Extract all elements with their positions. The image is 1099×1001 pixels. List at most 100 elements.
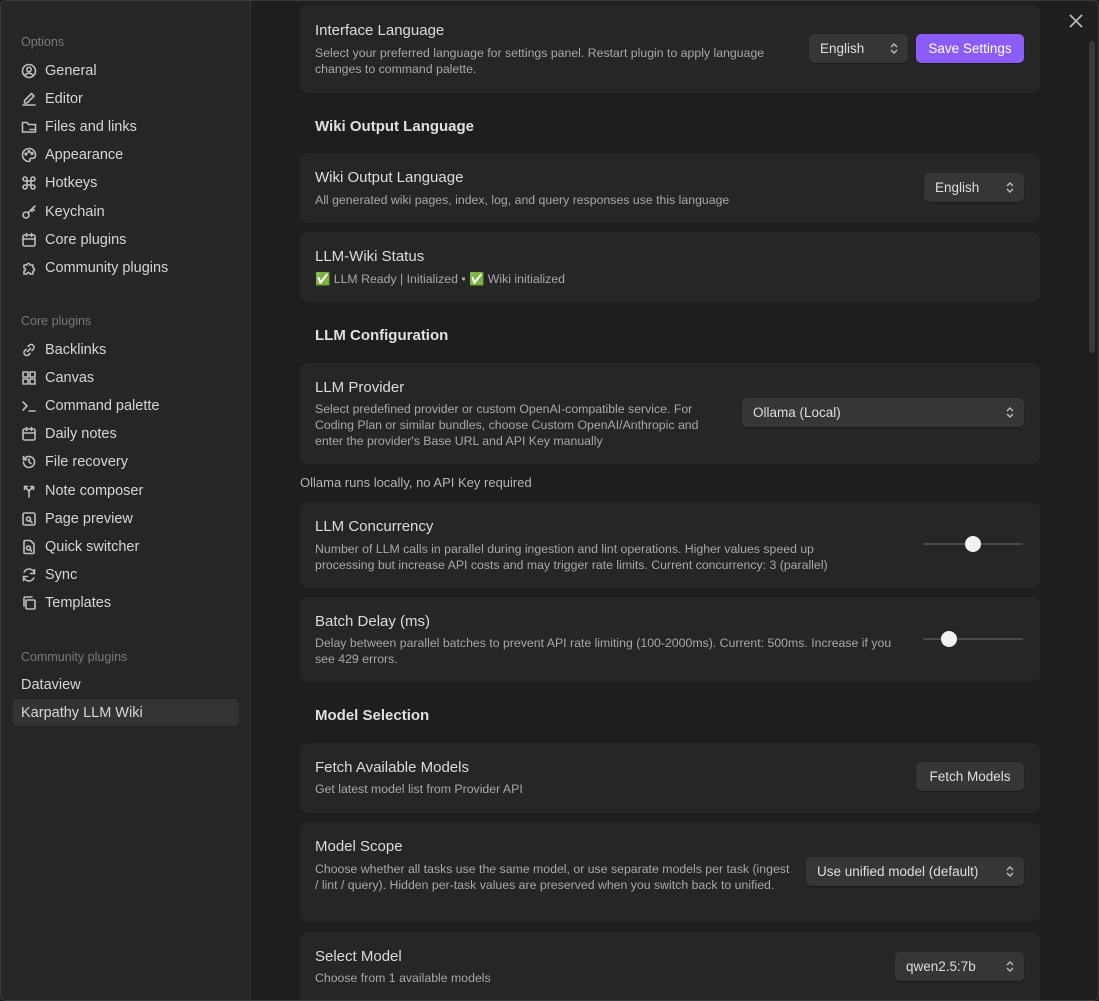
- calendar-box-icon: [21, 232, 37, 248]
- status-text: ✅ LLM Ready | Initialized • ✅ Wiki initi…: [315, 272, 565, 286]
- section-heading-model-selection: Model Selection: [315, 707, 430, 724]
- grid-icon: [21, 370, 37, 386]
- sidebar-item-canvas[interactable]: Canvas: [13, 364, 239, 391]
- sidebar-item-backlinks[interactable]: Backlinks: [13, 336, 239, 363]
- select-value: English: [935, 180, 980, 195]
- settings-window: Options General Editor Files and links A…: [0, 0, 1099, 1001]
- sidebar-item-label: Hotkeys: [45, 174, 98, 191]
- fetch-models-button[interactable]: Fetch Models: [916, 762, 1024, 791]
- sidebar-item-file-recovery[interactable]: File recovery: [13, 448, 239, 475]
- folder-icon: [21, 119, 37, 135]
- sidebar-item-appearance[interactable]: Appearance: [13, 141, 239, 168]
- setting-interface-language: Interface Language Select your preferred…: [300, 5, 1040, 93]
- puzzle-icon: [21, 260, 37, 276]
- setting-title: Select Model: [315, 948, 402, 965]
- setting-title: Model Scope: [315, 838, 403, 855]
- sidebar-item-command-palette[interactable]: Command palette: [13, 392, 239, 419]
- file-search-icon: [21, 539, 37, 555]
- sidebar-item-page-preview[interactable]: Page preview: [13, 505, 239, 532]
- setting-description: All generated wiki pages, index, log, an…: [315, 193, 730, 207]
- history-icon: [21, 454, 37, 470]
- sidebar-item-templates[interactable]: Templates: [13, 589, 239, 616]
- select-value: Ollama (Local): [753, 405, 841, 420]
- interface-language-select[interactable]: English: [809, 34, 908, 63]
- link-icon: [21, 342, 37, 358]
- section-heading-llm-configuration: LLM Configuration: [315, 327, 449, 344]
- setting-description: Delay between parallel batches to preven…: [315, 636, 892, 666]
- sidebar-item-label: Note composer: [45, 482, 144, 499]
- sidebar-item-label: Editor: [45, 90, 83, 107]
- setting-title: LLM-Wiki Status: [315, 248, 425, 265]
- setting-fetch-models: Fetch Available Models Get latest model …: [300, 743, 1040, 813]
- settings-content: Interface Language Select your preferred…: [252, 1, 1098, 1000]
- setting-title: Interface Language: [315, 22, 445, 39]
- select-model-select[interactable]: qwen2.5:7b: [895, 952, 1024, 981]
- sidebar-item-label: Community plugins: [45, 259, 169, 276]
- setting-title: LLM Provider: [315, 379, 405, 396]
- sidebar-item-community-plugins[interactable]: Community plugins: [13, 254, 239, 281]
- sidebar-item-label: Core plugins: [45, 231, 127, 248]
- sidebar-item-label: Karpathy LLM Wiki: [21, 704, 143, 721]
- setting-description: Select your preferred language for setti…: [315, 46, 765, 76]
- sidebar-item-label: Quick switcher: [45, 538, 140, 555]
- setting-llm-provider: LLM Provider Select predefined provider …: [300, 363, 1040, 464]
- setting-description: Number of LLM calls in parallel during i…: [315, 542, 828, 572]
- llm-provider-select[interactable]: Ollama (Local): [742, 398, 1024, 427]
- sidebar-item-label: Files and links: [45, 118, 137, 135]
- sidebar-item-karpathy-llm-wiki[interactable]: Karpathy LLM Wiki: [13, 699, 239, 726]
- sidebar-item-sync[interactable]: Sync: [13, 561, 239, 588]
- sidebar-item-files-and-links[interactable]: Files and links: [13, 113, 239, 140]
- setting-title: LLM Concurrency: [315, 518, 434, 535]
- pencil-icon: [21, 91, 37, 107]
- sidebar-item-label: Daily notes: [45, 425, 117, 442]
- wiki-output-language-select[interactable]: English: [924, 173, 1024, 202]
- setting-batch-delay: Batch Delay (ms) Delay between parallel …: [300, 597, 1040, 682]
- sidebar-item-quick-switcher[interactable]: Quick switcher: [13, 533, 239, 560]
- sidebar-item-daily-notes[interactable]: Daily notes: [13, 420, 239, 447]
- sidebar-item-editor[interactable]: Editor: [13, 85, 239, 112]
- setting-model-scope: Model Scope Choose whether all tasks use…: [300, 822, 1040, 922]
- sidebar-item-label: Page preview: [45, 510, 133, 527]
- sidebar-item-label: Canvas: [45, 369, 95, 386]
- palette-icon: [21, 147, 37, 163]
- setting-wiki-output-language: Wiki Output Language All generated wiki …: [300, 153, 1040, 223]
- slider-thumb[interactable]: [941, 631, 957, 647]
- batch-delay-slider[interactable]: [923, 631, 1023, 647]
- sidebar-item-keychain[interactable]: Keychain: [13, 198, 239, 225]
- chevron-up-down-icon: [1005, 406, 1015, 419]
- select-value: qwen2.5:7b: [906, 959, 976, 974]
- sidebar-item-label: Backlinks: [45, 341, 107, 358]
- sidebar-item-note-composer[interactable]: Note composer: [13, 477, 239, 504]
- merge-icon: [21, 483, 37, 499]
- setting-title: Wiki Output Language: [315, 169, 464, 186]
- sidebar-item-label: Keychain: [45, 203, 105, 220]
- setting-select-model: Select Model Choose from 1 available mod…: [300, 932, 1040, 1000]
- concurrency-slider[interactable]: [923, 536, 1023, 552]
- provider-note: Ollama runs locally, no API Key required: [300, 475, 532, 490]
- sidebar-item-hotkeys[interactable]: Hotkeys: [13, 169, 239, 196]
- sidebar-item-dataview[interactable]: Dataview: [13, 671, 239, 698]
- chevron-up-down-icon: [1005, 181, 1015, 194]
- setting-llm-concurrency: LLM Concurrency Number of LLM calls in p…: [300, 502, 1040, 588]
- slider-track: [923, 638, 1023, 640]
- slider-thumb[interactable]: [965, 536, 981, 552]
- sidebar-item-label: Appearance: [45, 146, 124, 163]
- sync-icon: [21, 567, 37, 583]
- terminal-icon: [21, 398, 37, 414]
- close-button[interactable]: [1066, 11, 1086, 31]
- save-settings-button[interactable]: Save Settings: [916, 34, 1024, 63]
- setting-title: Fetch Available Models: [315, 759, 469, 776]
- sidebar-item-label: Sync: [45, 566, 78, 583]
- select-value: Use unified model (default): [817, 864, 979, 879]
- sidebar-group-community-plugins: Community plugins: [21, 650, 128, 664]
- sidebar-item-label: Command palette: [45, 397, 160, 414]
- preview-icon: [21, 511, 37, 527]
- copy-icon: [21, 595, 37, 611]
- sidebar-item-core-plugins[interactable]: Core plugins: [13, 226, 239, 253]
- sidebar-item-general[interactable]: General: [13, 57, 239, 84]
- sidebar-group-core-plugins: Core plugins: [21, 314, 92, 328]
- chevron-up-down-icon: [1005, 865, 1015, 878]
- model-scope-select[interactable]: Use unified model (default): [806, 857, 1024, 886]
- scrollbar-thumb[interactable]: [1089, 41, 1095, 353]
- chevron-up-down-icon: [1005, 960, 1015, 973]
